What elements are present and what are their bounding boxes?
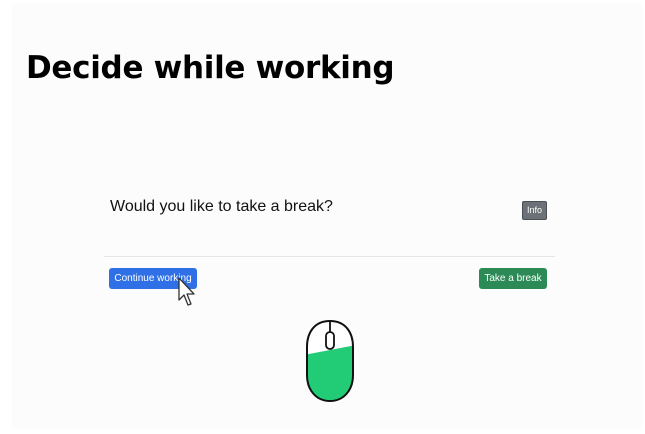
- mouse-left-click-icon: [306, 319, 354, 403]
- divider: [104, 256, 555, 257]
- info-button[interactable]: Info: [522, 201, 547, 220]
- break-question: Would you like to take a break?: [110, 198, 333, 215]
- mouse-pointer-icon: [178, 277, 195, 306]
- slide-canvas: Decide while working Would you like to t…: [12, 2, 642, 430]
- take-a-break-button[interactable]: Take a break: [479, 268, 547, 289]
- page-title: Decide while working: [26, 50, 395, 86]
